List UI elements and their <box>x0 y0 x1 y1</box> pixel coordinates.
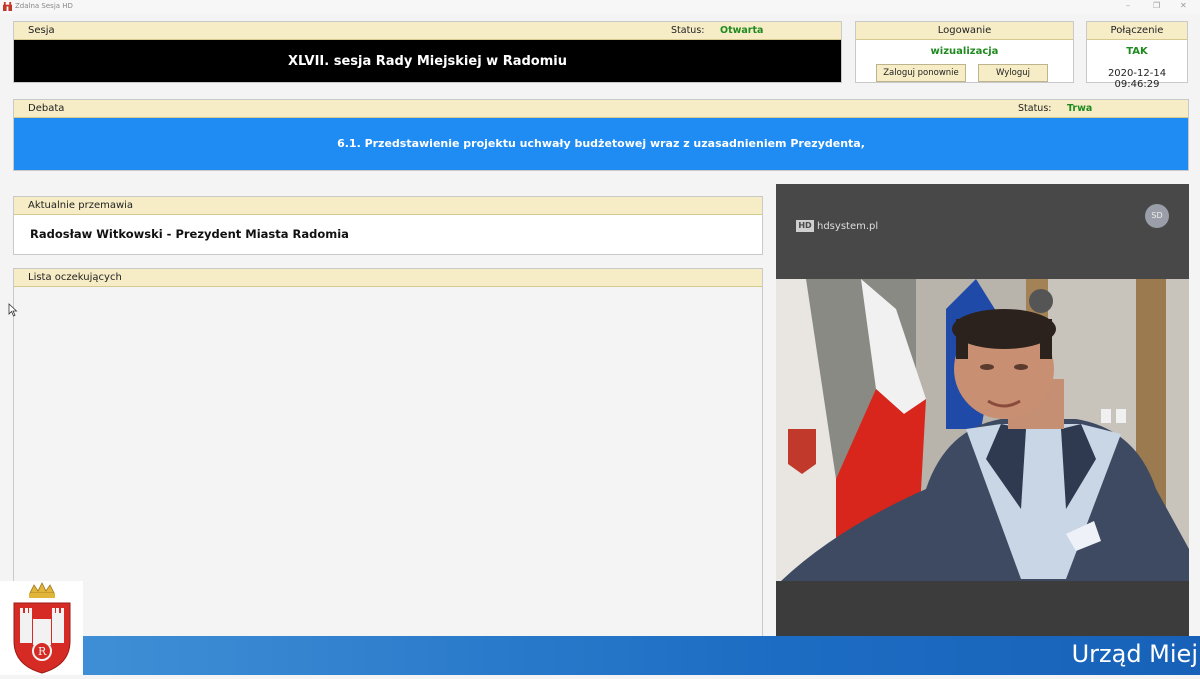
footer-text: Urząd Miej <box>1071 640 1198 668</box>
hd-logo-mark: HD <box>796 220 814 232</box>
session-title: XLVII. sesja Rady Miejskiej w Radomiu <box>14 40 841 82</box>
avatar: SD <box>1145 204 1169 228</box>
debate-status-value: Trwa <box>1067 103 1093 114</box>
speaker-video-frame <box>776 279 1189 581</box>
logout-button[interactable]: Wyloguj <box>978 64 1048 82</box>
radom-crest-logo: R <box>0 581 83 675</box>
session-status-value: Otwarta <box>720 25 764 36</box>
debate-header: Debata Status: Trwa <box>14 100 1188 118</box>
restore-icon[interactable]: ❐ <box>1153 1 1160 10</box>
close-icon[interactable]: ✕ <box>1180 1 1187 10</box>
connection-header: Połączenie <box>1087 22 1187 40</box>
session-header: Sesja Status: Otwarta <box>14 22 841 40</box>
footer-band: Urząd Miej <box>83 636 1200 675</box>
video-feed: HD hdsystem.pl SD <box>776 184 1189 675</box>
login-header-label: Logowanie <box>937 25 992 36</box>
debate-topic: 6.1. Przedstawienie projektu uchwały bud… <box>14 118 1188 170</box>
app-icon <box>3 2 12 11</box>
connection-header-label: Połączenie <box>1110 25 1164 36</box>
svg-text:R: R <box>38 645 47 658</box>
mouse-cursor-icon <box>8 303 18 317</box>
login-header: Logowanie <box>856 22 1073 40</box>
login-user: wizualizacja <box>930 46 999 57</box>
video-toolbar: HD hdsystem.pl SD <box>776 184 1189 279</box>
debate-status-label: Status: <box>1018 103 1052 114</box>
hdsystem-brand: hdsystem.pl <box>817 221 879 232</box>
connection-status: TAK <box>1126 46 1148 57</box>
session-status-label: Status: <box>671 25 705 36</box>
minimize-icon[interactable]: – <box>1126 1 1130 10</box>
login-panel: Logowanie wizualizacja Zaloguj ponownie … <box>855 21 1074 83</box>
session-header-label: Sesja <box>28 25 55 36</box>
coat-of-arms-icon: R <box>13 582 71 674</box>
current-speaker-name: Radosław Witkowski - Prezydent Miasta Ra… <box>30 227 349 241</box>
connection-datetime: 2020-12-14 09:46:29 <box>1107 68 1167 90</box>
debate-panel: Debata Status: Trwa 6.1. Przedstawienie … <box>13 99 1189 171</box>
current-speaker-header-label: Aktualnie przemawia <box>28 200 134 211</box>
relogin-button[interactable]: Zaloguj ponownie <box>876 64 966 82</box>
waiting-list-header: Lista oczekujących <box>14 269 762 287</box>
debate-header-label: Debata <box>28 103 65 114</box>
session-panel: Sesja Status: Otwarta XLVII. sesja Rady … <box>13 21 842 83</box>
current-speaker-header: Aktualnie przemawia <box>14 197 762 215</box>
connection-panel: Połączenie TAK 2020-12-14 09:46:29 <box>1086 21 1188 90</box>
waiting-list-header-label: Lista oczekujących <box>28 272 122 283</box>
current-speaker-panel: Aktualnie przemawia Radosław Witkowski -… <box>13 196 763 255</box>
window-title: Zdalna Sesja HD <box>15 2 73 10</box>
window-titlebar: Zdalna Sesja HD – ❐ ✕ <box>0 0 1200 14</box>
hdsystem-logo: HD hdsystem.pl <box>796 220 878 232</box>
waiting-list-panel[interactable]: Lista oczekujących <box>13 268 763 662</box>
